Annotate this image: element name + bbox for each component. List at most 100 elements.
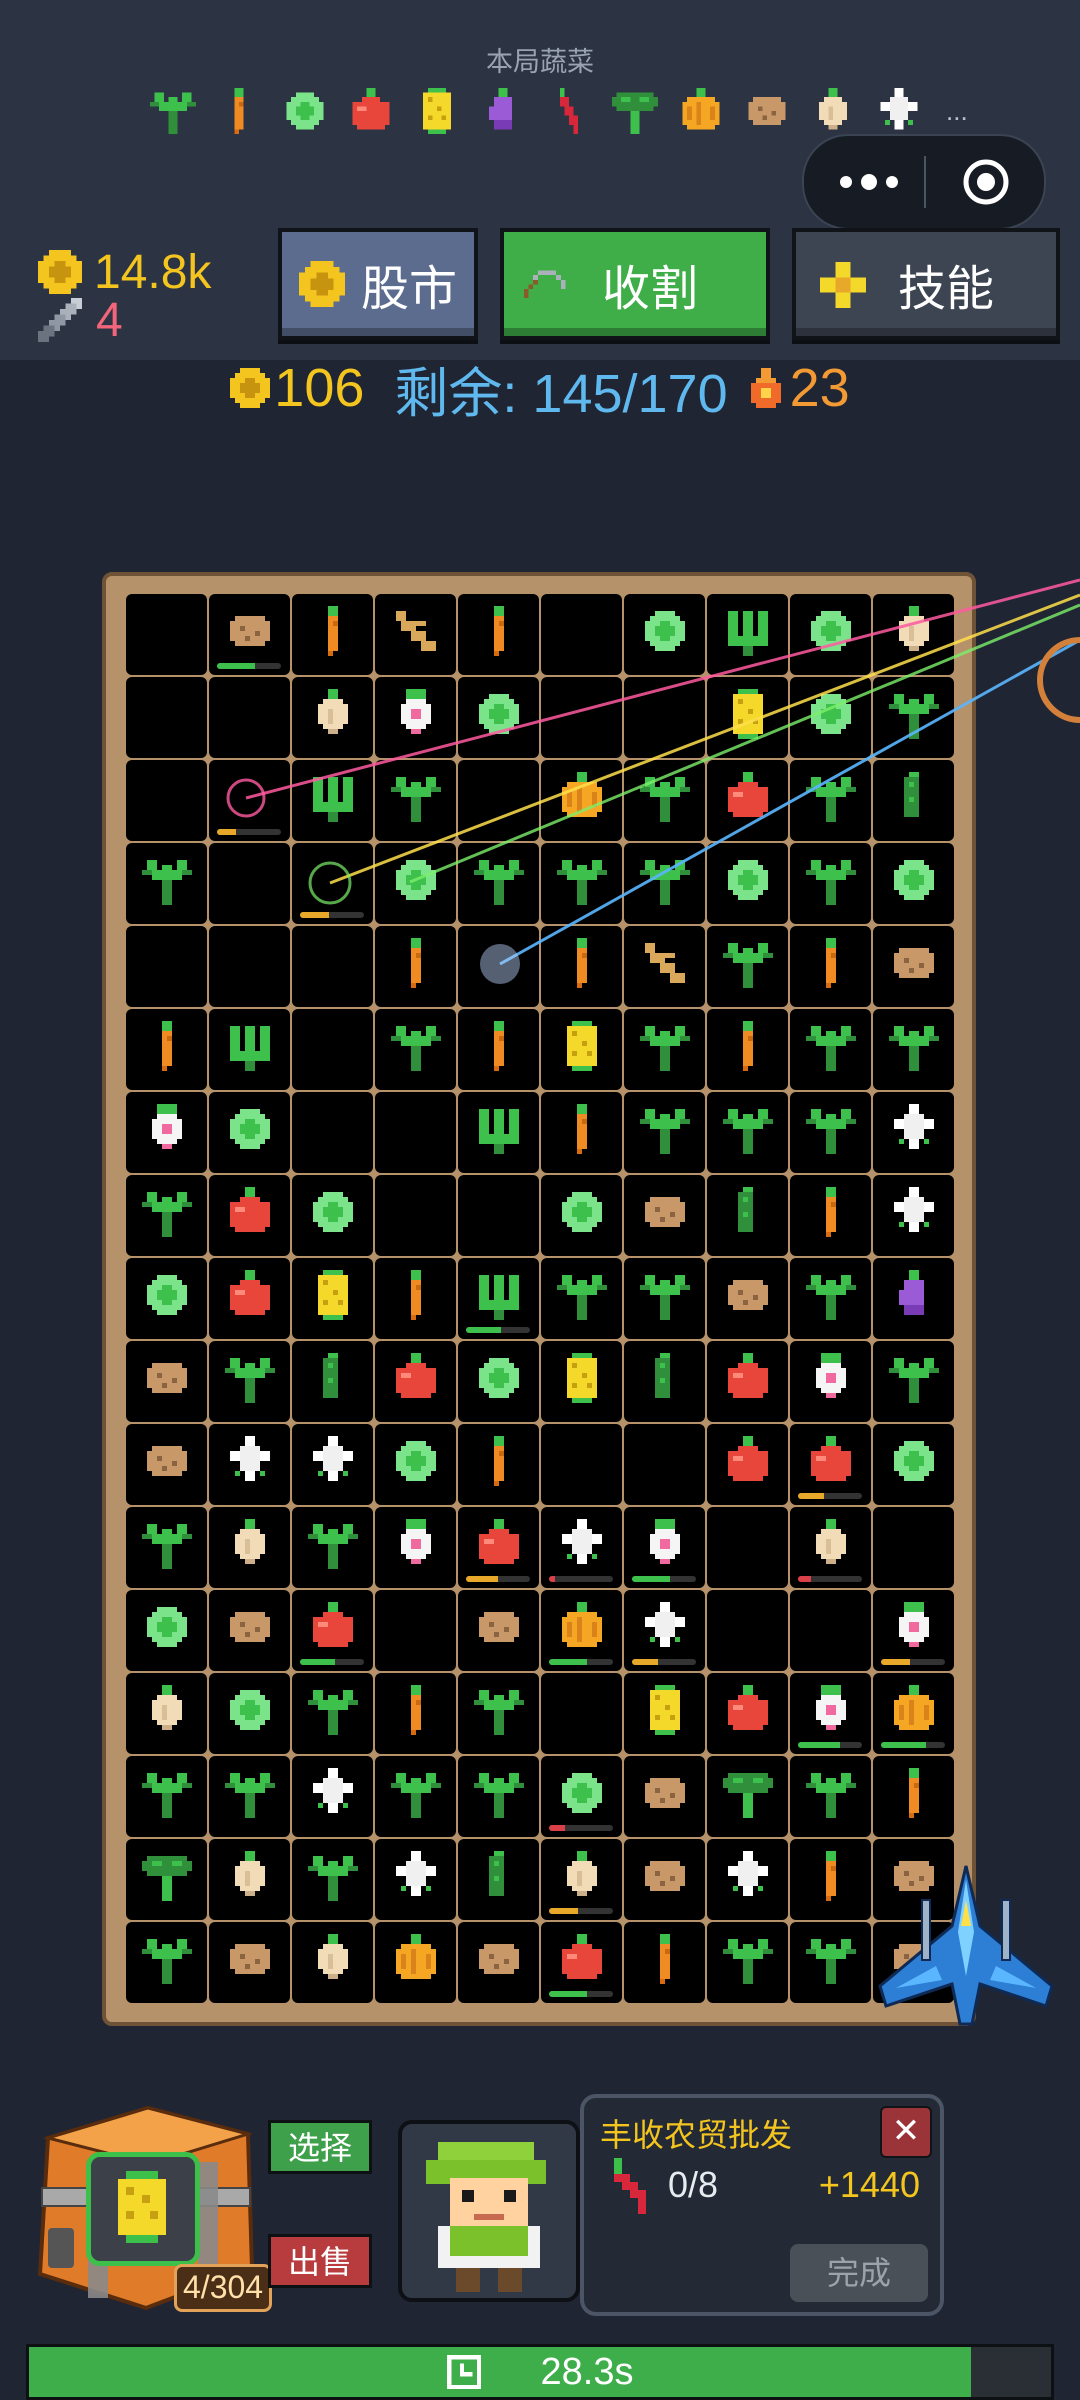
grid-cell-tomato[interactable] bbox=[790, 1424, 871, 1505]
grid-cell-cauliflower[interactable] bbox=[292, 1424, 373, 1505]
grid-cell-carrot[interactable] bbox=[458, 594, 539, 675]
skill-button[interactable]: 技能 bbox=[792, 228, 1060, 340]
grid-cell-ginger[interactable] bbox=[624, 926, 705, 1007]
grid-cell-tomato[interactable] bbox=[292, 1590, 373, 1671]
order-done-button[interactable]: 完成 bbox=[790, 2244, 928, 2302]
grid-cell-tomato[interactable] bbox=[707, 760, 788, 841]
grid-cell-cabbage[interactable] bbox=[126, 1590, 207, 1671]
grid-cell-tomato[interactable] bbox=[209, 1175, 290, 1256]
farmer-avatar[interactable] bbox=[398, 2120, 580, 2302]
grid-cell-sprout[interactable] bbox=[624, 1009, 705, 1090]
grid-cell-tomato[interactable] bbox=[707, 1341, 788, 1422]
grid-cell-pumpkin[interactable] bbox=[541, 1590, 622, 1671]
grid-cell-empty[interactable] bbox=[126, 677, 207, 758]
grid-cell-empty[interactable] bbox=[126, 926, 207, 1007]
grid-cell-sprout[interactable] bbox=[707, 926, 788, 1007]
grid-cell-corn[interactable] bbox=[541, 1341, 622, 1422]
grid-cell-empty[interactable] bbox=[790, 1590, 871, 1671]
grid-cell-sprout[interactable] bbox=[790, 1756, 871, 1837]
grid-cell-sprout[interactable] bbox=[458, 843, 539, 924]
grid-cell-empty[interactable] bbox=[292, 1009, 373, 1090]
grid-cell-empty[interactable] bbox=[458, 1175, 539, 1256]
grid-cell-sprout[interactable] bbox=[790, 1922, 871, 2003]
grid-cell-cabbage[interactable] bbox=[292, 1175, 373, 1256]
grid-cell-sprout[interactable] bbox=[790, 760, 871, 841]
grid-cell-carrot[interactable] bbox=[624, 1922, 705, 2003]
grid-cell-sprout[interactable] bbox=[458, 1673, 539, 1754]
grid-cell-carrot[interactable] bbox=[541, 1092, 622, 1173]
grid-cell-ginger[interactable] bbox=[375, 594, 456, 675]
select-button[interactable]: 选择 bbox=[268, 2120, 372, 2174]
grid-cell-onion[interactable] bbox=[541, 1839, 622, 1920]
grid-cell-cabbage[interactable] bbox=[624, 594, 705, 675]
grid-cell-radish[interactable] bbox=[375, 1507, 456, 1588]
grid-cell-carrot[interactable] bbox=[126, 1009, 207, 1090]
grid-cell-potato[interactable] bbox=[126, 1424, 207, 1505]
grid-cell-tomato[interactable] bbox=[707, 1424, 788, 1505]
grid-cell-cabbage[interactable] bbox=[458, 677, 539, 758]
grid-cell-trident[interactable] bbox=[458, 1258, 539, 1339]
grid-cell-pumpkin[interactable] bbox=[541, 760, 622, 841]
grid-cell-empty[interactable] bbox=[126, 760, 207, 841]
grid-cell-empty[interactable] bbox=[209, 760, 290, 841]
grid-cell-empty[interactable] bbox=[707, 1507, 788, 1588]
grid-cell-carrot[interactable] bbox=[458, 1424, 539, 1505]
grid-cell-onion[interactable] bbox=[292, 677, 373, 758]
grid-cell-onion[interactable] bbox=[873, 594, 954, 675]
grid-cell-cabbage[interactable] bbox=[541, 1175, 622, 1256]
grid-cell-sprout[interactable] bbox=[126, 1922, 207, 2003]
grid-cell-trident[interactable] bbox=[458, 1092, 539, 1173]
more-icon[interactable] bbox=[834, 164, 904, 200]
grid-cell-sprout[interactable] bbox=[126, 1507, 207, 1588]
grid-cell-empty[interactable] bbox=[541, 1673, 622, 1754]
grid-cell-carrot[interactable] bbox=[375, 926, 456, 1007]
grid-cell-cabbage[interactable] bbox=[873, 843, 954, 924]
grid-cell-cauliflower[interactable] bbox=[541, 1507, 622, 1588]
grid-cell-potato[interactable] bbox=[624, 1839, 705, 1920]
grid-cell-onion[interactable] bbox=[209, 1839, 290, 1920]
grid-cell-sprout[interactable] bbox=[209, 1756, 290, 1837]
grid-cell-empty[interactable] bbox=[458, 926, 539, 1007]
grid-cell-potato[interactable] bbox=[873, 926, 954, 1007]
inventory-slot[interactable] bbox=[86, 2152, 200, 2266]
grid-cell-cabbage[interactable] bbox=[790, 677, 871, 758]
grid-cell-tomato[interactable] bbox=[707, 1673, 788, 1754]
grid-cell-cauliflower[interactable] bbox=[209, 1424, 290, 1505]
grid-cell-cucumber[interactable] bbox=[624, 1341, 705, 1422]
grid-cell-sprout[interactable] bbox=[873, 677, 954, 758]
grid-cell-potato[interactable] bbox=[458, 1590, 539, 1671]
grid-cell-sprout[interactable] bbox=[375, 1756, 456, 1837]
grid-cell-potato[interactable] bbox=[126, 1341, 207, 1422]
grid-cell-radish[interactable] bbox=[873, 1590, 954, 1671]
grid-cell-cucumber[interactable] bbox=[292, 1341, 373, 1422]
grid-cell-carrot[interactable] bbox=[375, 1258, 456, 1339]
grid-cell-carrot[interactable] bbox=[790, 1839, 871, 1920]
grid-cell-sprout[interactable] bbox=[790, 843, 871, 924]
grid-cell-sprout[interactable] bbox=[375, 1009, 456, 1090]
grid-cell-onion[interactable] bbox=[790, 1507, 871, 1588]
grid-cell-pumpkin[interactable] bbox=[375, 1922, 456, 2003]
grid-cell-empty[interactable] bbox=[292, 843, 373, 924]
grid-cell-corn[interactable] bbox=[541, 1009, 622, 1090]
grid-cell-sprout[interactable] bbox=[707, 1922, 788, 2003]
grid-cell-cabbage[interactable] bbox=[375, 1424, 456, 1505]
grid-cell-sprout[interactable] bbox=[624, 760, 705, 841]
grid-cell-eggplant[interactable] bbox=[873, 1258, 954, 1339]
grid-cell-sprout[interactable] bbox=[209, 1341, 290, 1422]
grid-cell-empty[interactable] bbox=[624, 677, 705, 758]
grid-cell-sprout[interactable] bbox=[458, 1756, 539, 1837]
grid-cell-sprout[interactable] bbox=[873, 1341, 954, 1422]
grid-cell-potato[interactable] bbox=[624, 1756, 705, 1837]
grid-cell-sprout[interactable] bbox=[624, 843, 705, 924]
grid-cell-carrot[interactable] bbox=[458, 1009, 539, 1090]
grid-cell-trident[interactable] bbox=[707, 594, 788, 675]
grid-cell-carrot[interactable] bbox=[873, 1756, 954, 1837]
grid-cell-radish[interactable] bbox=[624, 1507, 705, 1588]
grid-cell-onion[interactable] bbox=[292, 1922, 373, 2003]
grid-cell-cabbage[interactable] bbox=[790, 594, 871, 675]
grid-cell-empty[interactable] bbox=[873, 1507, 954, 1588]
grid-cell-tomato[interactable] bbox=[209, 1258, 290, 1339]
grid-cell-corn[interactable] bbox=[707, 677, 788, 758]
grid-cell-cabbage[interactable] bbox=[375, 843, 456, 924]
grid-cell-cabbage[interactable] bbox=[126, 1258, 207, 1339]
